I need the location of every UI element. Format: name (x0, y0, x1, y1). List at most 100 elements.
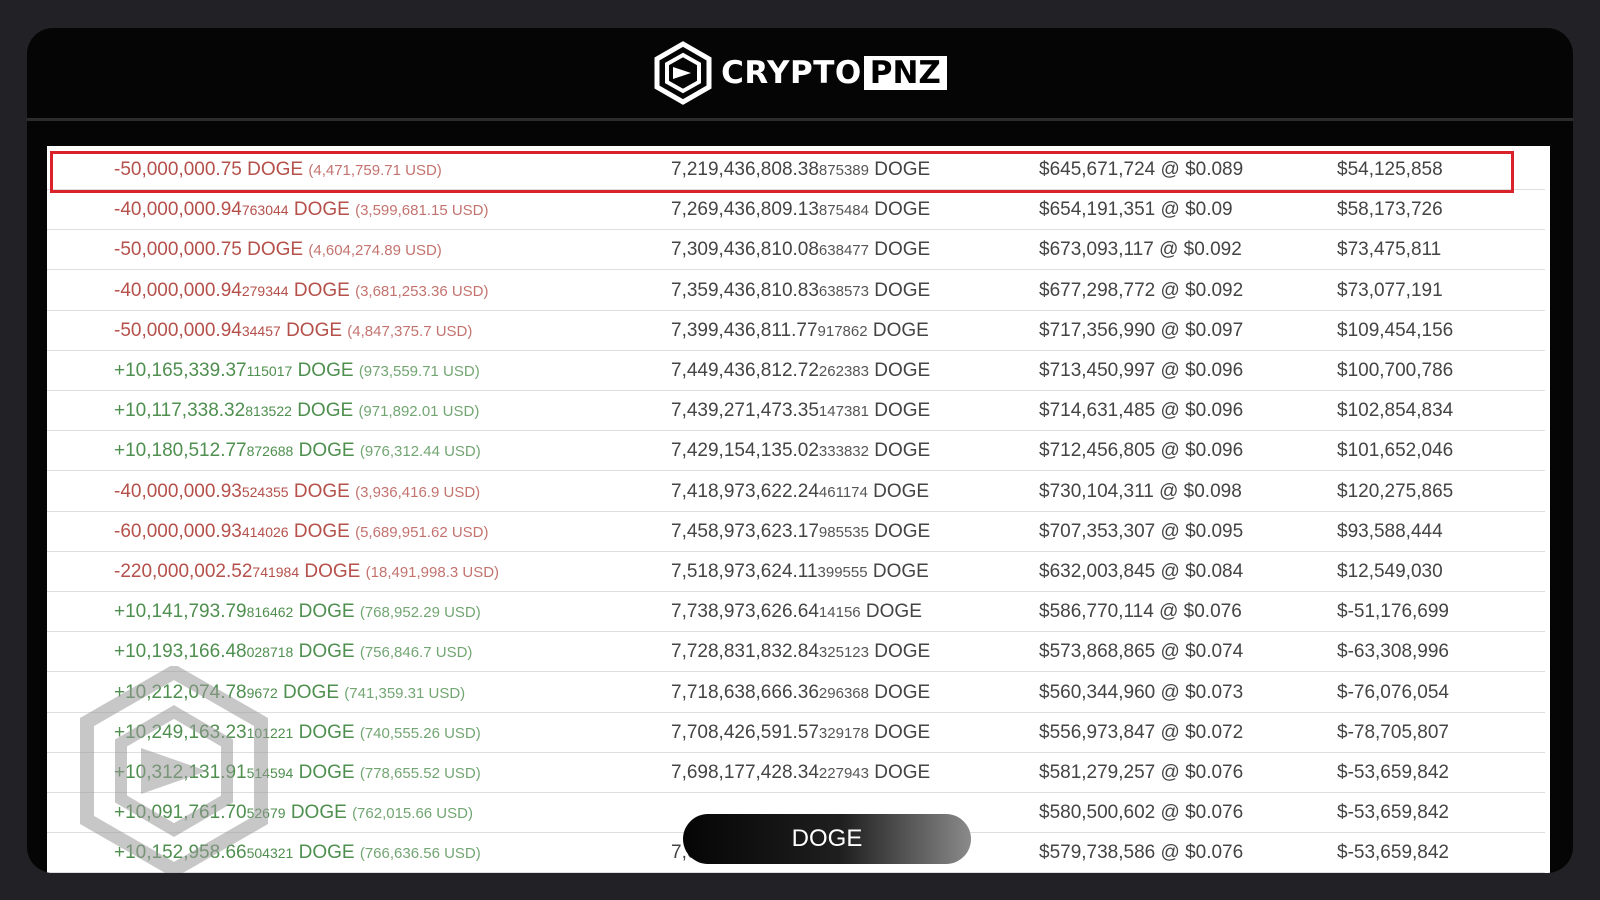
watermark-logo-icon (80, 666, 268, 873)
profit-loss: $-53,659,842 (1337, 762, 1449, 783)
balance-unit: DOGE (873, 480, 930, 502)
table-row[interactable]: +10,249,163.23101221 DOGE (740,555.26 US… (47, 713, 1545, 753)
usd-value-at-price: $560,344,960 @ $0.073 (1039, 681, 1244, 703)
change-unit: DOGE (298, 721, 355, 743)
balance-unit: DOGE (874, 400, 931, 422)
balance-extra-digits: 461174 (818, 483, 868, 501)
change-extra-digits: 279344 (241, 282, 289, 299)
change-main-digits: -40,000,000.94 (114, 279, 242, 301)
change-amount: -40,000,000.93524355 DOGE (3,936,416.9 U… (114, 481, 480, 503)
change-amount: -50,000,000.75 DOGE (4,604,274.89 USD) (114, 239, 442, 261)
change-amount: +10,180,512.77872688 DOGE (976,312.44 US… (114, 440, 481, 462)
balance-extra-digits: 147381 (818, 403, 869, 421)
balance-extra-digits: 399555 (817, 564, 868, 581)
table-row[interactable]: +10,312,131.91514594 DOGE (778,655.52 US… (47, 753, 1545, 793)
profit-loss: $12,549,030 (1337, 561, 1443, 582)
change-amount: +10,117,338.32813522 DOGE (971,892.01 US… (114, 400, 479, 422)
change-main-digits: +10,165,339.37 (114, 360, 247, 381)
change-extra-digits: 816462 (246, 604, 294, 621)
balance-amount: 7,439,271,473.35147381 DOGE (671, 400, 930, 422)
usd-value-at-price: $573,868,865 @ $0.074 (1039, 641, 1244, 663)
balance-main-digits: 7,728,831,832.84 (671, 641, 819, 663)
table-row[interactable]: +10,212,074.789672 DOGE (741,359.31 USD)… (47, 673, 1545, 713)
balance-amount: 7,449,436,812.72262383 DOGE (671, 360, 930, 382)
change-extra-digits: 115017 (246, 363, 293, 379)
table-row[interactable]: -220,000,002.52741984 DOGE (18,491,998.3… (47, 552, 1545, 592)
table-row[interactable]: +10,165,339.37115017 DOGE (973,559.71 US… (47, 351, 1545, 391)
profit-loss: $102,854,834 (1337, 400, 1454, 422)
change-usd-value: (5,689,951.62 USD) (355, 523, 489, 541)
balance-extra-digits: 325123 (818, 644, 869, 662)
usd-value-at-price: $673,093,117 @ $0.092 (1039, 239, 1242, 261)
balance-extra-digits: 917862 (817, 322, 868, 340)
change-usd-value: (4,604,274.89 USD) (308, 242, 442, 260)
profit-loss: $58,173,726 (1337, 199, 1443, 221)
balance-main-digits: 7,718,638,666.36 (671, 681, 819, 703)
balance-main-digits: 7,449,436,812.72 (671, 360, 819, 381)
change-main-digits: +10,141,793.79 (114, 601, 247, 623)
change-unit: DOGE (297, 360, 354, 381)
table-row[interactable]: +10,193,166.48028718 DOGE (756,846.7 USD… (47, 632, 1545, 673)
table-row[interactable]: -40,000,000.94279344 DOGE (3,681,253.36 … (47, 271, 1545, 311)
change-usd-value: (762,015.66 USD) (352, 805, 473, 823)
balance-amount: 7,399,436,811.77917862 DOGE (671, 320, 929, 342)
change-main-digits: +10,117,338.32 (114, 400, 246, 422)
balance-extra-digits: 227943 (818, 765, 869, 782)
balance-extra-digits: 329178 (818, 724, 869, 742)
change-main-digits: -40,000,000.93 (114, 480, 242, 502)
balance-amount: 7,708,426,591.57329178 DOGE (671, 722, 930, 744)
balance-amount: 7,698,177,428.34227943 DOGE (671, 762, 930, 784)
profit-loss: $120,275,865 (1337, 480, 1454, 502)
change-usd-value: (3,599,681.15 USD) (355, 202, 489, 220)
balance-amount: 7,518,973,624.11399555 DOGE (671, 561, 929, 583)
table-row[interactable]: +10,180,512.77872688 DOGE (976,312.44 US… (47, 431, 1545, 472)
change-unit: DOGE (304, 561, 361, 582)
change-unit: DOGE (290, 802, 347, 824)
balance-main-digits: 7,359,436,810.83 (671, 279, 819, 301)
table-row[interactable]: +10,141,793.79816462 DOGE (768,952.29 US… (47, 592, 1545, 633)
change-unit: DOGE (283, 681, 339, 703)
balance-unit: DOGE (874, 199, 931, 221)
change-amount: +10,165,339.37115017 DOGE (973,559.71 US… (114, 360, 480, 382)
usd-value-at-price: $632,003,845 @ $0.084 (1039, 561, 1244, 582)
change-main-digits: -220,000,002.52 (114, 561, 253, 582)
profit-loss: $73,475,811 (1337, 239, 1442, 261)
change-main-digits: -40,000,000.94 (114, 199, 242, 221)
change-unit: DOGE (298, 762, 355, 783)
table-row[interactable]: +10,117,338.32813522 DOGE (971,892.01 US… (47, 391, 1545, 432)
usd-value-at-price: $707,353,307 @ $0.095 (1039, 520, 1244, 542)
change-amount: -220,000,002.52741984 DOGE (18,491,998.3… (114, 561, 499, 583)
balance-unit: DOGE (874, 641, 931, 663)
balance-extra-digits: 262383 (818, 363, 869, 380)
table-row[interactable]: -40,000,000.93524355 DOGE (3,936,416.9 U… (47, 472, 1545, 512)
table-row[interactable]: -50,000,000.9434457 DOGE (4,847,375.7 US… (47, 311, 1545, 351)
change-usd-value: (3,936,416.9 USD) (355, 483, 481, 501)
usd-value-at-price: $654,191,351 @ $0.09 (1039, 199, 1233, 221)
change-unit: DOGE (286, 319, 343, 341)
balance-amount: 7,738,973,626.6414156 DOGE (671, 601, 922, 623)
profit-loss: $109,454,156 (1337, 319, 1454, 341)
table-row[interactable]: -60,000,000.93414026 DOGE (5,689,951.62 … (47, 512, 1545, 552)
change-unit: DOGE (293, 199, 350, 221)
balance-unit: DOGE (874, 279, 931, 301)
change-main-digits: -60,000,000.93 (114, 520, 242, 542)
usd-value-at-price: $714,631,485 @ $0.096 (1039, 400, 1244, 422)
change-main-digits: -50,000,000.94 (114, 319, 242, 341)
change-usd-value: (778,655.52 USD) (359, 765, 481, 782)
usd-value-at-price: $717,356,990 @ $0.097 (1039, 319, 1244, 341)
table-row[interactable]: -50,000,000.75 DOGE (4,604,274.89 USD) 7,… (47, 230, 1545, 271)
balance-amount: 7,728,831,832.84325123 DOGE (671, 641, 930, 663)
balance-unit: DOGE (874, 360, 931, 381)
balance-unit: DOGE (874, 239, 931, 261)
usd-value-at-price: $581,279,257 @ $0.076 (1039, 762, 1244, 783)
balance-main-digits: 7,738,973,626.64 (671, 601, 819, 623)
change-usd-value: (971,892.01 USD) (358, 403, 480, 421)
highlighted-row-outline (50, 151, 1514, 193)
change-amount: +10,193,166.48028718 DOGE (756,846.7 USD… (114, 641, 472, 663)
balance-unit: DOGE (872, 319, 929, 341)
balance-main-digits: 7,399,436,811.77 (671, 319, 818, 341)
change-amount: -40,000,000.94763044 DOGE (3,599,681.15 … (114, 199, 489, 221)
table-row[interactable]: -40,000,000.94763044 DOGE (3,599,681.15 … (47, 190, 1545, 231)
change-unit: DOGE (298, 601, 355, 623)
balance-main-digits: 7,439,271,473.35 (671, 400, 819, 422)
